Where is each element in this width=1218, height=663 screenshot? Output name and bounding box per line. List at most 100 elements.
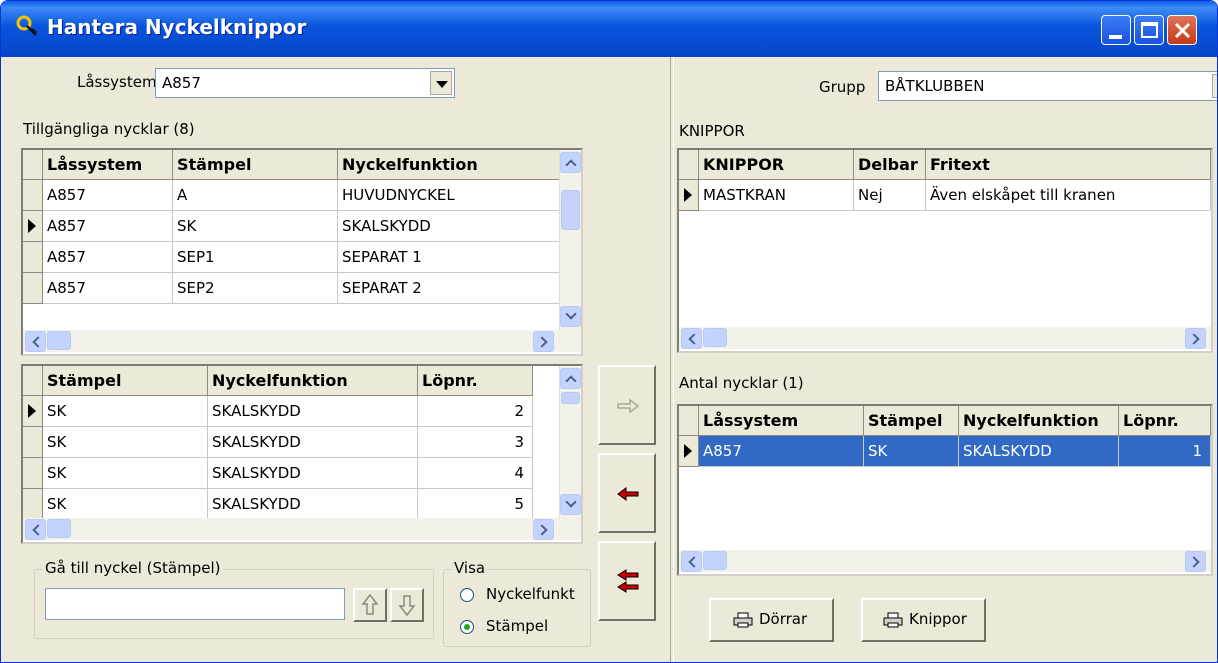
row-selector[interactable]	[23, 458, 43, 489]
knippor-grid[interactable]: KNIPPOR Delbar Fritext MASTKRAN Nej Även…	[677, 148, 1213, 353]
horizontal-scrollbar[interactable]	[679, 327, 1211, 349]
table-cell[interactable]: A857	[43, 180, 173, 211]
table-cell[interactable]: SKALSKYDD	[338, 211, 560, 242]
column-header[interactable]: Stämpel	[43, 366, 208, 396]
scroll-thumb[interactable]	[703, 328, 727, 347]
table-cell[interactable]: A857	[43, 273, 173, 304]
print-doors-button[interactable]: Dörrar	[709, 598, 834, 642]
print-bunches-button[interactable]: Knippor	[861, 598, 986, 642]
table-cell[interactable]: A857	[43, 242, 173, 273]
column-header[interactable]: Låssystem	[43, 150, 173, 180]
scroll-up-icon[interactable]	[560, 152, 581, 173]
table-cell[interactable]: 5	[418, 489, 533, 520]
scroll-left-icon[interactable]	[681, 328, 702, 349]
scroll-up-icon[interactable]	[560, 368, 581, 389]
column-header[interactable]: Nyckelfunktion	[959, 406, 1119, 436]
table-cell[interactable]: SK	[173, 211, 338, 242]
table-cell[interactable]: 4	[418, 458, 533, 489]
scroll-right-icon[interactable]	[533, 331, 554, 352]
table-cell[interactable]: SK	[43, 396, 208, 427]
table-cell[interactable]: SKALSKYDD	[208, 489, 418, 520]
vertical-scrollbar[interactable]	[559, 366, 581, 518]
scroll-left-icon[interactable]	[681, 551, 702, 572]
row-selector[interactable]	[23, 273, 43, 304]
column-header[interactable]: KNIPPOR	[699, 150, 854, 180]
table-cell[interactable]: SK	[43, 458, 208, 489]
column-header[interactable]: Nyckelfunktion	[208, 366, 418, 396]
table-cell[interactable]: SK	[43, 489, 208, 520]
current-row-indicator[interactable]	[23, 211, 43, 242]
table-cell[interactable]: A857	[43, 211, 173, 242]
scroll-left-icon[interactable]	[25, 519, 46, 540]
scroll-right-icon[interactable]	[1185, 328, 1206, 349]
table-cell[interactable]: 3	[418, 427, 533, 458]
add-key-button[interactable]	[598, 365, 656, 445]
table-cell[interactable]: SEPARAT 2	[338, 273, 560, 304]
visa-option-label[interactable]: Nyckelfunkt	[486, 585, 575, 603]
bunch-keys-grid[interactable]: Låssystem Stämpel Nyckelfunktion Löpnr. …	[677, 404, 1213, 576]
column-header[interactable]: Stämpel	[173, 150, 338, 180]
table-cell[interactable]: SK	[43, 427, 208, 458]
scroll-thumb[interactable]	[47, 331, 71, 350]
table-cell[interactable]: Även elskåpet till kranen	[926, 180, 1211, 211]
lassystem-combo[interactable]: A857	[155, 68, 455, 98]
column-header[interactable]: Löpnr.	[418, 366, 533, 396]
scroll-thumb[interactable]	[703, 551, 727, 570]
table-cell[interactable]: SEP1	[173, 242, 338, 273]
table-cell[interactable]: SKALSKYDD	[959, 436, 1119, 467]
title-bar[interactable]: Hantera Nyckelknippor	[1, 1, 1217, 57]
table-cell[interactable]: 2	[418, 396, 533, 427]
table-cell[interactable]: SKALSKYDD	[208, 458, 418, 489]
available-keys-grid[interactable]: Låssystem Stämpel Nyckelfunktion A857 A …	[21, 148, 583, 356]
goto-key-input[interactable]	[45, 588, 345, 620]
table-cell[interactable]: Nej	[854, 180, 926, 211]
current-row-indicator[interactable]	[679, 180, 699, 211]
table-cell[interactable]: SEPARAT 1	[338, 242, 560, 273]
close-button[interactable]	[1167, 15, 1197, 45]
remove-all-keys-button[interactable]	[598, 541, 656, 621]
goto-up-button[interactable]	[353, 588, 387, 622]
pane-divider[interactable]	[670, 57, 674, 662]
current-row-indicator[interactable]	[23, 396, 43, 427]
scroll-right-icon[interactable]	[533, 519, 554, 540]
scroll-down-icon[interactable]	[560, 494, 581, 515]
row-selector[interactable]	[23, 242, 43, 273]
table-cell[interactable]: HUVUDNYCKEL	[338, 180, 560, 211]
visa-option-label[interactable]: Stämpel	[486, 617, 548, 635]
column-header[interactable]: Låssystem	[699, 406, 864, 436]
key-detail-grid[interactable]: Stämpel Nyckelfunktion Löpnr. SK SKALSKY…	[21, 364, 583, 544]
table-cell[interactable]: SEP2	[173, 273, 338, 304]
chevron-down-icon[interactable]	[1212, 74, 1217, 98]
table-cell[interactable]: SK	[864, 436, 959, 467]
table-cell[interactable]: A857	[699, 436, 864, 467]
scroll-thumb[interactable]	[561, 190, 580, 230]
table-cell[interactable]: MASTKRAN	[699, 180, 854, 211]
column-header[interactable]: Delbar	[854, 150, 926, 180]
scroll-down-icon[interactable]	[560, 306, 581, 327]
row-selector[interactable]	[23, 489, 43, 520]
grupp-combo[interactable]: BÅTKLUBBEN	[878, 71, 1217, 101]
horizontal-scrollbar[interactable]	[23, 518, 581, 540]
column-header[interactable]: Löpnr.	[1119, 406, 1211, 436]
chevron-down-icon[interactable]	[430, 71, 452, 95]
column-header[interactable]: Fritext	[926, 150, 1211, 180]
minimize-button[interactable]	[1101, 15, 1131, 45]
scroll-right-icon[interactable]	[1185, 551, 1206, 572]
visa-stampel-radio[interactable]	[460, 620, 474, 634]
current-row-indicator[interactable]	[679, 436, 699, 467]
scroll-thumb[interactable]	[47, 519, 71, 538]
table-cell[interactable]: A	[173, 180, 338, 211]
visa-nyckelfunkt-radio[interactable]	[460, 588, 474, 602]
vertical-scrollbar[interactable]	[559, 150, 581, 330]
table-cell[interactable]: SKALSKYDD	[208, 396, 418, 427]
table-cell[interactable]: 1	[1119, 436, 1211, 467]
horizontal-scrollbar[interactable]	[679, 550, 1211, 572]
column-header[interactable]: Stämpel	[864, 406, 959, 436]
row-selector[interactable]	[23, 180, 43, 211]
horizontal-scrollbar[interactable]	[23, 330, 581, 352]
row-selector[interactable]	[23, 427, 43, 458]
goto-down-button[interactable]	[390, 588, 424, 622]
scroll-thumb[interactable]	[561, 392, 580, 404]
remove-key-button[interactable]	[598, 453, 656, 533]
table-cell[interactable]: SKALSKYDD	[208, 427, 418, 458]
